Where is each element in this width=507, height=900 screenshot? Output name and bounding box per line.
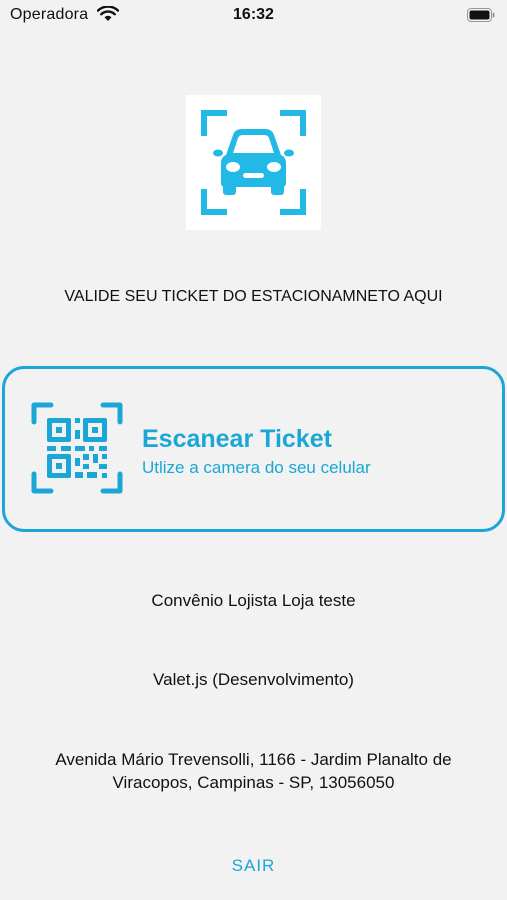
headline: VALIDE SEU TICKET DO ESTACIONAMNETO AQUI	[64, 288, 443, 305]
address-line-1: Avenida Mário Trevensolli, 1166 - Jardim…	[55, 750, 452, 769]
scan-ticket-button[interactable]: Escanear Ticket Utlize a camera do seu c…	[2, 366, 505, 532]
battery-icon	[467, 8, 495, 22]
screen: Operadora 16:32 VALIDE SEU TICKET DO EST…	[0, 0, 507, 900]
qr-code-scan-icon	[31, 402, 123, 494]
company-name: Valet.js (Desenvolvimento)	[153, 670, 354, 689]
status-bar: Operadora 16:32	[0, 0, 507, 30]
car-scan-icon	[201, 110, 306, 215]
clock: 16:32	[233, 6, 274, 23]
store-address: Avenida Mário Trevensolli, 1166 - Jardim…	[0, 748, 507, 794]
address-line-2: Viracopos, Campinas - SP, 13056050	[112, 773, 395, 792]
app-logo	[186, 95, 321, 230]
logout-button[interactable]: SAIR	[0, 856, 507, 876]
scan-ticket-subtitle: Utlize a camera do seu celular	[142, 458, 371, 477]
agreement-name: Convênio Lojista Loja teste	[151, 591, 356, 610]
scan-ticket-title: Escanear Ticket	[142, 425, 332, 453]
